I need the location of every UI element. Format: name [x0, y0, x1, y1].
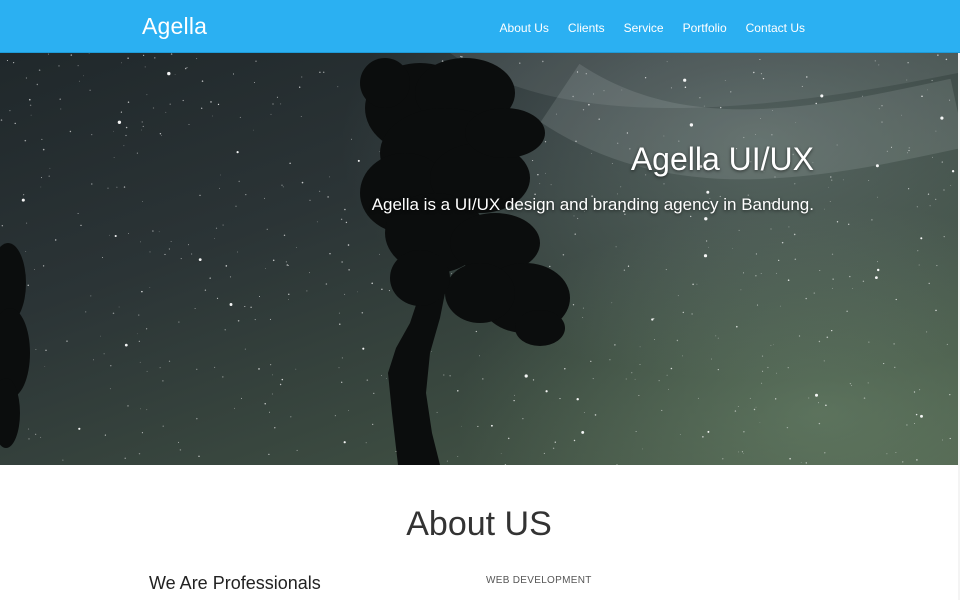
hero-subtitle: Agella is a UI/UX design and branding ag…	[371, 195, 814, 214]
hero-banner: Agella UI/UX Agella is a UI/UX design an…	[0, 53, 958, 465]
nav-link-service[interactable]: Service	[624, 21, 664, 35]
nav-item-about: About Us	[500, 19, 549, 37]
tree-silhouette-image	[0, 58, 570, 465]
nav-item-portfolio: Portfolio	[683, 19, 727, 37]
about-subheading: We Are Professionals	[149, 573, 321, 593]
nav-link-clients[interactable]: Clients	[568, 21, 605, 35]
nav-link-portfolio[interactable]: Portfolio	[683, 21, 727, 35]
hero-title: Agella UI/UX	[630, 141, 814, 177]
nav-item-clients: Clients	[568, 19, 605, 37]
nav-menu: About Us Clients Service Portfolio Conta…	[500, 19, 805, 37]
page: Agella About Us Clients Service Portfoli…	[0, 0, 960, 600]
brand-logo[interactable]: Agella	[142, 13, 207, 40]
nav-item-contact: Contact Us	[746, 19, 805, 37]
skill-label: WEB DEVELOPMENT	[486, 575, 592, 586]
navbar: Agella About Us Clients Service Portfoli…	[0, 0, 960, 53]
nav-link-contact-us[interactable]: Contact Us	[746, 21, 805, 35]
nav-link-about-us[interactable]: About Us	[500, 21, 549, 35]
nav-item-service: Service	[624, 19, 664, 37]
about-heading: About US	[406, 505, 552, 543]
